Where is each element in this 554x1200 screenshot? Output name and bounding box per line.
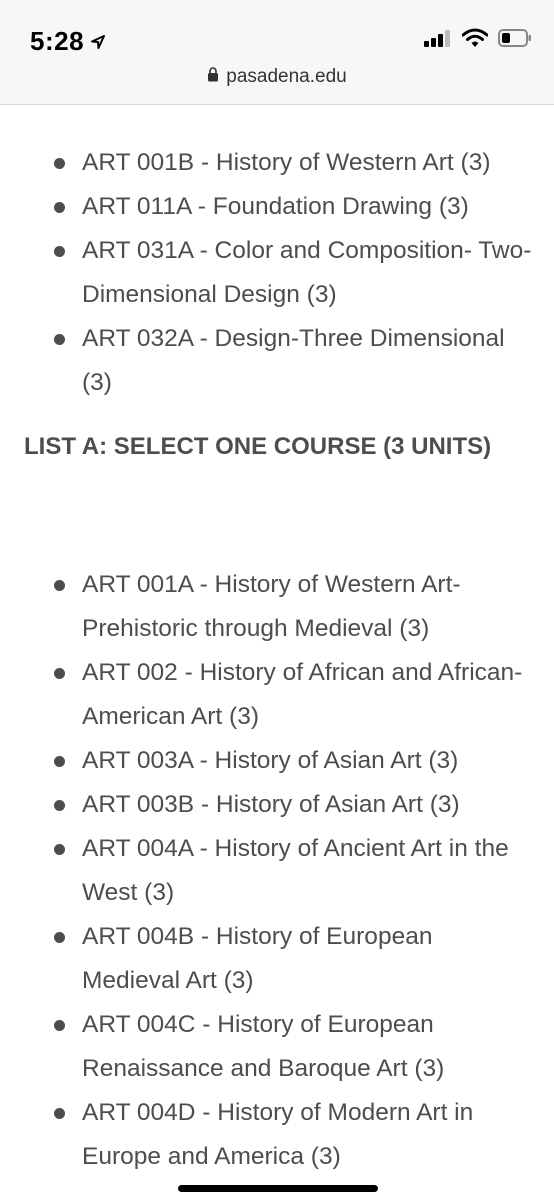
home-indicator[interactable]	[178, 1185, 378, 1192]
bullet-icon	[54, 1020, 65, 1031]
list-item: ART 003B - History of Asian Art (3)	[0, 783, 554, 827]
course-label: ART 002 - History of African and African…	[82, 659, 523, 730]
url-text: pasadena.edu	[226, 66, 347, 87]
list-item: ART 004D - History of Modern Art in Euro…	[0, 1091, 554, 1179]
address-bar[interactable]: pasadena.edu	[0, 66, 554, 88]
course-label: ART 003B - History of Asian Art (3)	[82, 791, 460, 818]
course-label: ART 003A - History of Asian Art (3)	[82, 747, 459, 774]
lock-icon	[207, 66, 219, 88]
list-item: ART 001A - History of Western Art- Prehi…	[0, 563, 554, 651]
wifi-icon	[461, 28, 489, 53]
course-label: ART 001B - History of Western Art (3)	[82, 149, 491, 176]
course-label: ART 001A - History of Western Art- Prehi…	[82, 571, 461, 642]
course-label: ART 004D - History of Modern Art in Euro…	[82, 1099, 474, 1170]
list-item: ART 031A - Color and Composition- Two-Di…	[0, 229, 554, 317]
list-item: ART 032A - Design-Three Dimensional (3)	[0, 317, 554, 405]
bullet-icon	[54, 800, 65, 811]
list-item: ART 001B - History of Western Art (3)	[0, 141, 554, 185]
status-bar-indicators	[424, 28, 532, 53]
bullet-icon	[54, 1108, 65, 1119]
bullet-icon	[54, 334, 65, 345]
bullet-icon	[54, 246, 65, 257]
list-item: ART 004B - History of European Medieval …	[0, 915, 554, 1003]
status-bar-time: 5:28	[30, 26, 106, 57]
status-time-text: 5:28	[30, 26, 85, 56]
bullet-icon	[54, 668, 65, 679]
course-label: ART 004B - History of European Medieval …	[82, 923, 433, 994]
bullet-icon	[54, 844, 65, 855]
bullet-icon	[54, 202, 65, 213]
section-heading: LIST A: SELECT ONE COURSE (3 UNITS)	[24, 433, 492, 460]
course-list-top: ART 001B - History of Western Art (3) AR…	[0, 141, 554, 405]
course-label: ART 011A - Foundation Drawing (3)	[82, 193, 469, 220]
location-arrow-icon	[90, 26, 106, 57]
course-label: ART 032A - Design-Three Dimensional (3)	[82, 325, 505, 396]
course-list-a: ART 001A - History of Western Art- Prehi…	[0, 563, 554, 1179]
list-item: ART 002 - History of African and African…	[0, 651, 554, 739]
course-label: ART 031A - Color and Composition- Two-Di…	[82, 237, 532, 308]
list-item: ART 004A - History of Ancient Art in the…	[0, 827, 554, 915]
battery-icon	[498, 29, 532, 52]
browser-top-bar: 5:28 pasadena.edu	[0, 0, 554, 105]
bullet-icon	[54, 756, 65, 767]
bullet-icon	[54, 932, 65, 943]
course-label: ART 004C - History of European Renaissan…	[82, 1011, 445, 1082]
list-item: ART 011A - Foundation Drawing (3)	[0, 185, 554, 229]
bullet-icon	[54, 580, 65, 591]
list-item: ART 003A - History of Asian Art (3)	[0, 739, 554, 783]
list-item: ART 004C - History of European Renaissan…	[0, 1003, 554, 1091]
cellular-signal-icon	[424, 29, 452, 52]
bullet-icon	[54, 158, 65, 169]
course-label: ART 004A - History of Ancient Art in the…	[82, 835, 509, 906]
